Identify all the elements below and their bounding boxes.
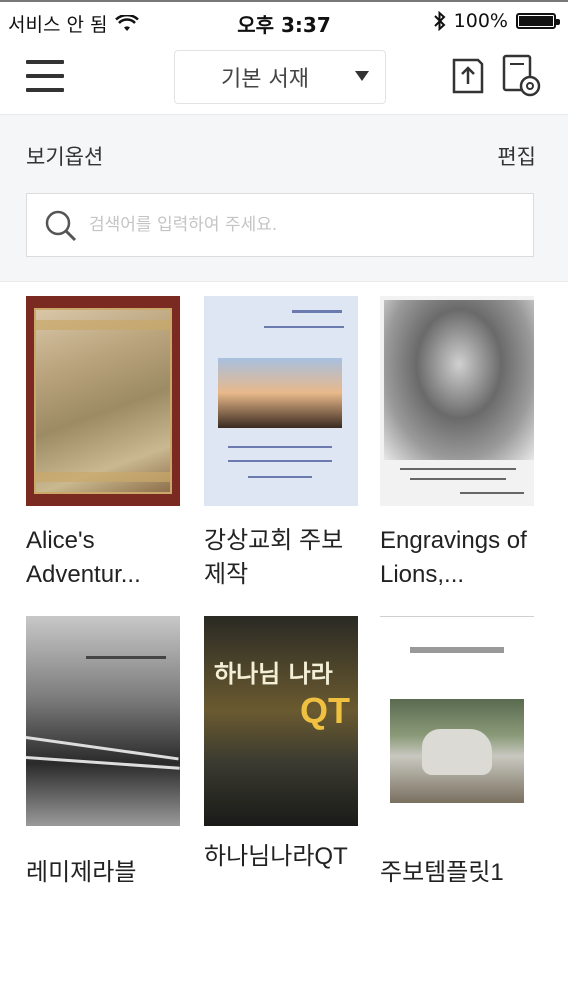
book-cover-jubo <box>204 296 358 506</box>
cover-line <box>400 468 516 470</box>
cover-qt-heading: 하나님 나라 <box>214 660 333 688</box>
cover-qt-label: QT <box>300 690 350 731</box>
book-title: Alice's Adventur... <box>26 527 141 588</box>
menu-icon-bar <box>26 60 64 64</box>
view-options-button[interactable]: 보기옵션 <box>26 141 103 171</box>
book-title: 주보템플릿1 <box>380 859 504 886</box>
menu-button[interactable] <box>26 56 64 96</box>
menu-icon-bar <box>26 88 64 92</box>
cover-heading-line <box>410 647 504 653</box>
cover-line <box>264 326 344 328</box>
book-cover-alice <box>26 296 180 506</box>
library-settings-button[interactable] <box>500 52 544 100</box>
edit-button[interactable]: 편집 <box>497 141 536 171</box>
cover-band <box>34 320 172 330</box>
shelf-selector[interactable]: 기본 서재 <box>174 50 386 104</box>
options-panel: 보기옵션 편집 <box>0 114 568 282</box>
settings-icon <box>502 54 541 97</box>
shelf-label: 기본 서재 <box>221 67 309 92</box>
book-title: 레미제라블 <box>26 859 137 886</box>
battery-percent: 100% <box>453 10 508 32</box>
upload-button[interactable] <box>448 54 488 98</box>
chevron-down-icon <box>355 71 369 81</box>
cover-line <box>460 492 524 494</box>
cover-line <box>248 476 312 478</box>
book-title: Engravings of Lions,... <box>380 527 527 588</box>
book-title: 하나님나라QT <box>204 843 348 870</box>
cover-line <box>228 446 332 448</box>
book-cover-qt: 하나님 나라 QT <box>204 616 358 826</box>
cover-band <box>34 472 172 482</box>
search-input[interactable] <box>89 194 519 256</box>
cover-rail <box>26 756 180 770</box>
cover-line <box>292 310 342 313</box>
cover-photo <box>218 358 342 428</box>
upload-icon <box>452 58 484 94</box>
search-icon <box>45 210 77 242</box>
bluetooth-icon <box>433 11 446 31</box>
cover-rail <box>86 656 166 659</box>
search-box[interactable] <box>26 193 534 257</box>
status-bar: 서비스 안 됨 오후 3:37 100% <box>0 0 568 40</box>
cover-line <box>410 478 506 480</box>
cover-stone <box>422 729 492 775</box>
cover-line <box>228 460 332 462</box>
book-cover-template <box>380 616 534 826</box>
book-cover-lions <box>380 296 534 506</box>
battery-icon <box>516 13 560 29</box>
app-header: 기본 서재 <box>0 40 568 114</box>
cover-engraving <box>384 300 534 460</box>
cover-illustration <box>34 308 172 494</box>
menu-icon-bar <box>26 74 64 78</box>
status-right: 100% <box>433 10 560 32</box>
book-cover-lesmis <box>26 616 180 826</box>
book-title: 강상교회 주보제작 <box>204 527 344 588</box>
